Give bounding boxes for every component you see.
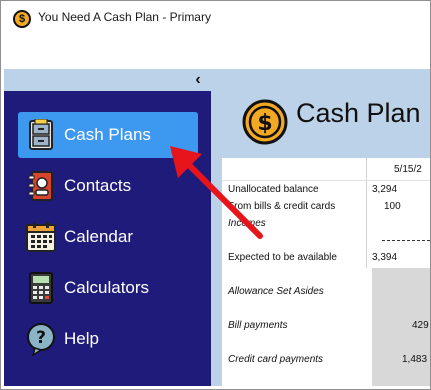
row-value: 3,294 xyxy=(372,184,398,195)
sidebar-item-contacts[interactable]: Contacts xyxy=(18,163,198,209)
help-icon: ? xyxy=(24,322,58,356)
row-value: 3,394 xyxy=(372,252,398,263)
row-value: 100 xyxy=(384,201,401,212)
calculator-icon xyxy=(24,271,58,305)
calendar-icon xyxy=(24,220,58,254)
title-bar: $ You Need A Cash Plan - Primary xyxy=(1,1,430,31)
sidebar-item-label: Contacts xyxy=(64,176,132,195)
sidebar-item-calendar[interactable]: Calendar xyxy=(18,214,198,260)
date-header-row: 5/15/2 xyxy=(222,162,430,178)
row-label: From bills & credit cards xyxy=(228,201,336,212)
table-row[interactable]: Unallocated balance 3,294 xyxy=(222,182,430,198)
sidebar-item-cash-plans[interactable]: Cash Plans xyxy=(18,112,198,158)
window-title: You Need A Cash Plan - Primary xyxy=(38,10,211,24)
row-label: Allowance Set Asides xyxy=(228,286,324,297)
row-value: 429 xyxy=(412,320,429,331)
row-value: 1,483 xyxy=(402,354,428,365)
subtotal-line xyxy=(382,240,430,241)
app-logo-icon: $ xyxy=(13,10,31,28)
divider xyxy=(222,180,430,181)
toolbar-area xyxy=(1,31,430,69)
file-cabinet-icon xyxy=(24,118,58,152)
address-book-icon xyxy=(24,169,58,203)
sidebar-header xyxy=(4,69,211,91)
row-label: Expected to be available xyxy=(228,252,337,263)
sidebar-item-calculators[interactable]: Calculators xyxy=(18,265,198,311)
row-label: Unallocated balance xyxy=(228,184,319,195)
row-label: Incomes xyxy=(228,218,266,229)
dollar-coin-icon: $ xyxy=(241,98,289,146)
cash-plan-grid: 5/15/2 Unallocated balance 3,294 From bi… xyxy=(222,158,430,386)
sidebar-item-help[interactable]: ? Help xyxy=(18,316,198,362)
table-row[interactable]: Expected to be available 3,394 xyxy=(222,250,430,266)
sidebar-item-label: Help xyxy=(64,329,99,348)
svg-text:?: ? xyxy=(36,328,46,348)
svg-text:$: $ xyxy=(257,111,272,136)
table-row[interactable]: Bill payments 429 xyxy=(222,318,430,334)
date-column-header: 5/15/2 xyxy=(394,164,422,175)
sidebar-item-label: Cash Plans xyxy=(64,125,151,144)
table-row[interactable]: Incomes xyxy=(222,216,430,232)
table-row[interactable]: Allowance Set Asides xyxy=(222,284,430,300)
table-row[interactable]: Credit card payments 1,483 xyxy=(222,352,430,368)
sidebar-item-label: Calculators xyxy=(64,278,150,297)
page-title: Cash Plan xyxy=(296,98,421,128)
row-label: Bill payments xyxy=(228,320,288,331)
table-row[interactable]: From bills & credit cards 100 xyxy=(222,199,430,215)
sidebar-item-label: Calendar xyxy=(64,227,133,246)
sidebar: Cash Plans Contacts Calendar Calculators… xyxy=(4,91,211,386)
collapse-sidebar-button[interactable]: ‹ xyxy=(190,71,206,89)
row-label: Credit card payments xyxy=(228,354,324,365)
